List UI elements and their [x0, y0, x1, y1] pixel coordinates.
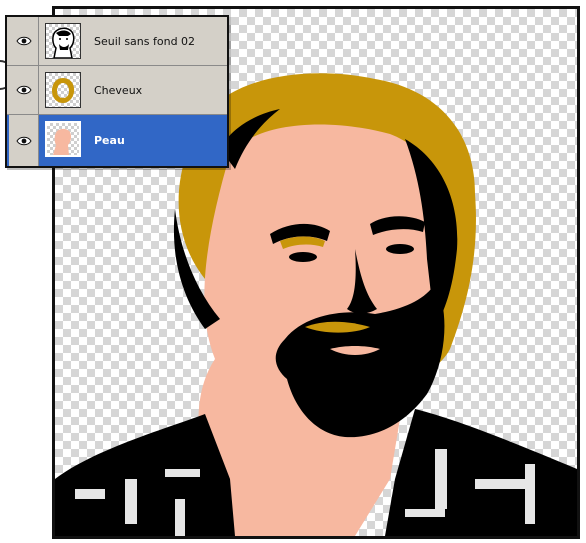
layer-visibility-toggle[interactable] — [9, 17, 39, 65]
layer-visibility-toggle[interactable] — [9, 115, 39, 166]
layer-name: Peau — [94, 134, 125, 147]
layer-name: Cheveux — [94, 83, 143, 97]
layer-row-cheveux[interactable]: Cheveux — [7, 66, 227, 115]
eye-icon — [15, 36, 32, 46]
layer-name: Seuil sans fond 02 — [94, 34, 196, 48]
layer-row-peau[interactable]: Peau — [7, 115, 227, 166]
layer-thumbnail-skin-silhouette — [45, 121, 81, 157]
layer-row-seuil[interactable]: Seuil sans fond 02 — [7, 17, 227, 66]
layer-thumbnail-hair-ring — [45, 72, 81, 108]
shirt — [55, 414, 235, 536]
layer-visibility-toggle[interactable] — [9, 66, 39, 114]
layers-panel: Seuil sans fond 02 Cheveux Peau — [5, 15, 229, 168]
layer-thumbnail-threshold-portrait — [45, 23, 81, 59]
eye-icon — [15, 136, 32, 145]
eye-icon — [15, 85, 32, 95]
